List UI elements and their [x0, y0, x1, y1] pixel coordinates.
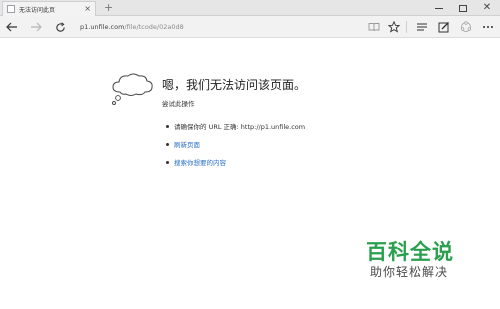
- suggestion-refresh: 刷新页面: [166, 135, 305, 153]
- tab-title: 无法访问此页: [19, 6, 56, 14]
- arrow-left-icon: [6, 22, 17, 32]
- maximize-icon: [459, 4, 467, 12]
- tab-close-icon[interactable]: ×: [84, 4, 91, 14]
- reading-view-button[interactable]: [366, 19, 382, 35]
- arrow-right-icon: [31, 22, 42, 32]
- suggestion-check-url: 请确保你的 URL 正确: http://p1.unfile.com: [166, 117, 305, 135]
- watermark-slogan: 助你轻松解决: [370, 265, 449, 279]
- hub-lines-icon: [417, 23, 427, 31]
- star-icon: [388, 21, 400, 33]
- close-icon: ✕: [482, 2, 492, 13]
- tab-active[interactable]: 无法访问此页 ×: [2, 1, 96, 16]
- search-content-link[interactable]: 搜索你想要的内容: [174, 157, 226, 167]
- maximize-button[interactable]: [452, 0, 474, 16]
- forward-button[interactable]: [28, 19, 44, 35]
- web-note-button[interactable]: [436, 19, 452, 35]
- address-bar[interactable]: p1.unfile.com/file/tcode/02a0d8: [80, 19, 370, 35]
- refresh-button[interactable]: [52, 19, 68, 35]
- address-host: p1.unfile.com: [80, 23, 125, 31]
- bullet-icon: [166, 142, 169, 146]
- minimize-button[interactable]: [428, 0, 450, 16]
- share-icon: [460, 21, 472, 32]
- suggestion-text: 请确保你的 URL 正确: http://p1.unfile.com: [174, 123, 306, 131]
- refresh-icon: [55, 21, 65, 32]
- watermark-logo: 百科全说: [366, 240, 454, 264]
- new-tab-button[interactable]: +: [104, 1, 113, 14]
- cloud-thought-icon: [112, 73, 153, 105]
- error-title: 嗯，我们无法访问该页面。: [162, 78, 307, 92]
- hub-button[interactable]: [414, 19, 430, 35]
- address-path: /file/tcode/02a0d8: [124, 23, 184, 31]
- close-window-button[interactable]: ✕: [476, 0, 498, 16]
- pen-note-icon: [438, 22, 449, 33]
- page-favicon-icon: [7, 5, 15, 13]
- suggestion-list: 请确保你的 URL 正确: http://p1.unfile.com 刷新页面 …: [166, 117, 305, 171]
- error-subtitle: 尝试此操作: [162, 100, 195, 108]
- favorite-button[interactable]: [386, 19, 402, 35]
- back-button[interactable]: [4, 19, 20, 35]
- tab-strip: 无法访问此页 × + ✕: [0, 0, 500, 16]
- refresh-page-link[interactable]: 刷新页面: [174, 139, 200, 149]
- share-button[interactable]: [458, 19, 474, 35]
- toolbar-divider: [406, 21, 407, 33]
- navigation-bar: p1.unfile.com/file/tcode/02a0d8: [0, 16, 500, 38]
- minimize-icon: [435, 7, 443, 9]
- bullet-icon: [166, 124, 169, 128]
- bullet-icon: [166, 160, 169, 164]
- book-icon: [368, 23, 380, 32]
- more-button[interactable]: [480, 19, 496, 35]
- suggestion-search: 搜索你想要的内容: [166, 153, 305, 171]
- more-dots-icon: [483, 26, 493, 28]
